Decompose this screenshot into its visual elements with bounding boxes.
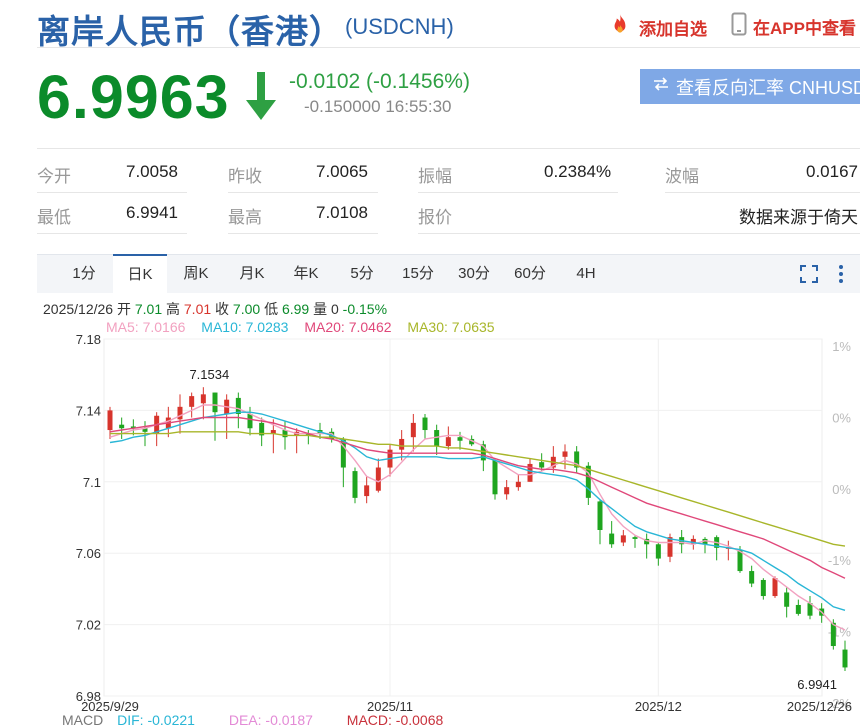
candle-body (632, 537, 638, 539)
min-label: 6.9941 (797, 677, 837, 692)
right-tick-label: 1% (832, 339, 851, 354)
y-tick-label: 7.1 (83, 475, 101, 490)
right-tick-label: 0% (832, 482, 851, 497)
candlestick-chart: 7.18 1%7.14 0%7.1 0%7.06 -1%7.02 -1%6.98 -2%20… (76, 332, 852, 714)
right-tick-label: -1% (828, 553, 852, 568)
candle-body (119, 424, 125, 429)
candle-body (562, 451, 568, 457)
candle-body (364, 485, 370, 497)
candle-body (200, 394, 206, 404)
candle-body (515, 481, 521, 488)
candle-body (830, 622, 836, 647)
candle-body (399, 438, 405, 450)
x-tick-label: 2025/12/26 (787, 699, 852, 714)
candle-body (177, 406, 183, 420)
y-tick-label: 7.14 (76, 403, 101, 418)
candle-body (795, 604, 801, 614)
candle-body (772, 578, 778, 597)
ma20-line (109, 416, 846, 579)
candle-body (760, 579, 766, 597)
candle-body (539, 462, 545, 468)
right-tick-label: 0% (832, 410, 851, 425)
candle-body (504, 487, 510, 495)
ma30-line (110, 431, 846, 547)
candle-body (457, 437, 463, 441)
candle-body (609, 533, 615, 545)
max-label: 7.1534 (189, 367, 229, 382)
ma10-line (109, 411, 846, 611)
candle-body (667, 537, 673, 557)
y-tick-label: 7.18 (76, 332, 101, 347)
candle-body (189, 396, 195, 407)
candle-body (492, 460, 498, 495)
candle-body (375, 467, 381, 491)
y-tick-label: 7.02 (76, 618, 101, 633)
candle-body (352, 471, 358, 498)
candle-body (445, 437, 451, 447)
candle-body (655, 544, 661, 559)
ma5-line (109, 404, 846, 631)
candle-body (107, 410, 113, 431)
candle-body (212, 392, 218, 413)
candle-body (410, 422, 416, 438)
candle-body (247, 413, 253, 429)
candle-body (597, 501, 603, 530)
candle-body (842, 649, 848, 668)
candle-body (749, 571, 755, 584)
candle-body (422, 417, 428, 431)
candle-body (620, 535, 626, 543)
y-tick-label: 7.06 (76, 546, 101, 561)
x-tick-label: 2025/12 (635, 699, 682, 714)
candle-body (784, 592, 790, 607)
plot-frame (103, 338, 823, 697)
